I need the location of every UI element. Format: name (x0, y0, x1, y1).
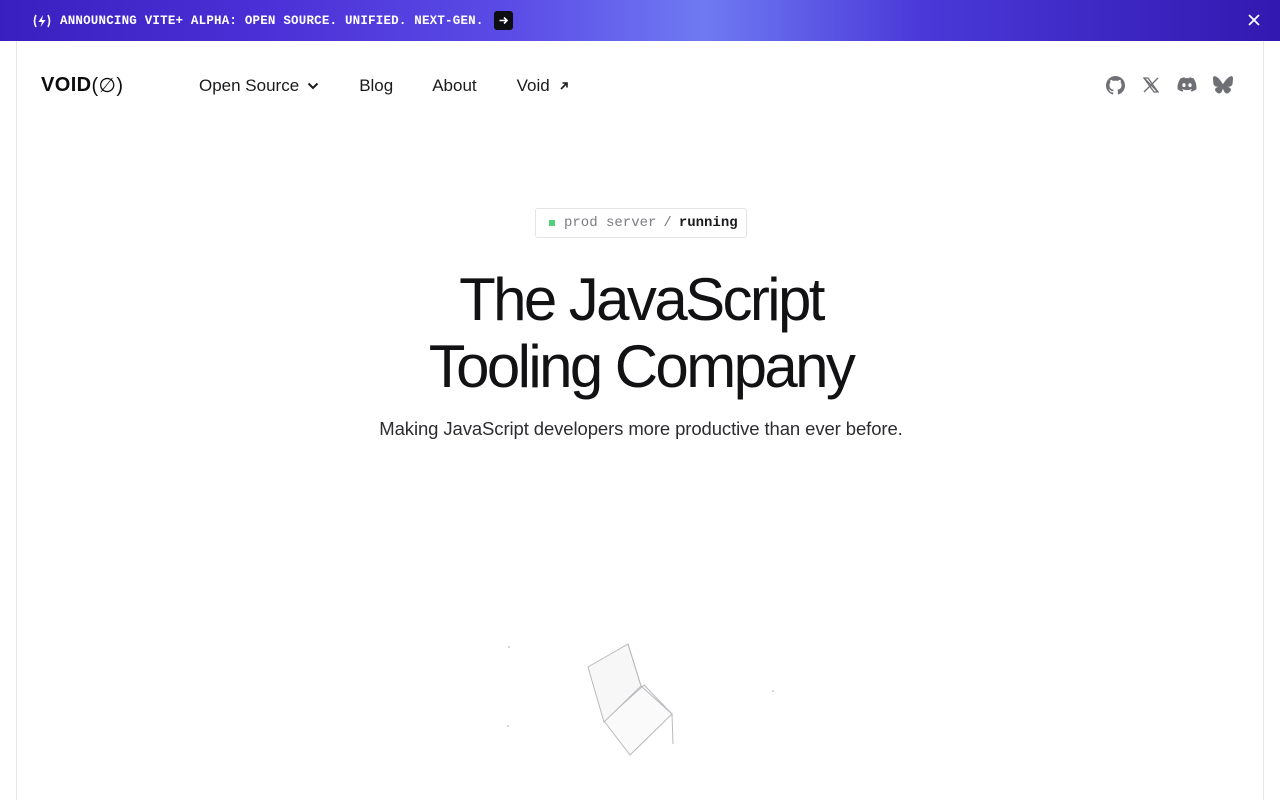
nav-label: Blog (359, 76, 394, 95)
badge-label: prod server (564, 215, 657, 231)
chevron-down-icon (307, 82, 319, 90)
external-link-icon (559, 81, 569, 91)
nav-about[interactable]: About (432, 76, 476, 96)
social-links (1105, 75, 1233, 95)
status-dot (549, 220, 555, 226)
main-nav: Open Source Blog About Void (199, 76, 569, 96)
discord-icon[interactable] (1177, 75, 1197, 95)
nav-label: Void (516, 76, 550, 95)
nav-void[interactable]: Void (517, 76, 569, 96)
hero-title: The JavaScript Tooling Company (17, 266, 1265, 400)
nav-blog[interactable]: Blog (359, 76, 393, 96)
void-logo[interactable]: VOID (∅) (41, 73, 124, 97)
x-icon[interactable] (1141, 75, 1161, 95)
announcement-banner[interactable]: ANNOUNCING VITE+ ALPHA: OPEN SOURCE. UNI… (0, 0, 1280, 41)
hero-subtitle: Making JavaScript developers more produc… (379, 418, 903, 439)
nav-label: Open Source (199, 76, 300, 95)
status-badge: prod server / running (535, 208, 747, 238)
page-frame: VOID (∅) Open Source Blog About Void pro… (16, 41, 1264, 800)
hero-title-line2: Tooling Company (428, 333, 856, 400)
bluesky-icon[interactable] (1213, 75, 1233, 95)
badge-status: running (678, 215, 738, 231)
github-icon[interactable] (1105, 75, 1125, 95)
logo-symbol: (∅) (91, 74, 124, 97)
arrow-right-icon[interactable] (493, 11, 513, 30)
vite-bolt-icon (32, 13, 52, 29)
close-icon[interactable] (1246, 12, 1262, 28)
hero-title-line1: The JavaScript (459, 266, 825, 333)
hero-cube-illustration (497, 596, 797, 756)
nav-label: About (432, 76, 477, 95)
announcement-text[interactable]: ANNOUNCING VITE+ ALPHA: OPEN SOURCE. UNI… (60, 14, 484, 28)
badge-separator: / (663, 215, 672, 231)
nav-open-source[interactable]: Open Source (199, 76, 319, 96)
logo-wordmark: VOID (41, 73, 92, 96)
